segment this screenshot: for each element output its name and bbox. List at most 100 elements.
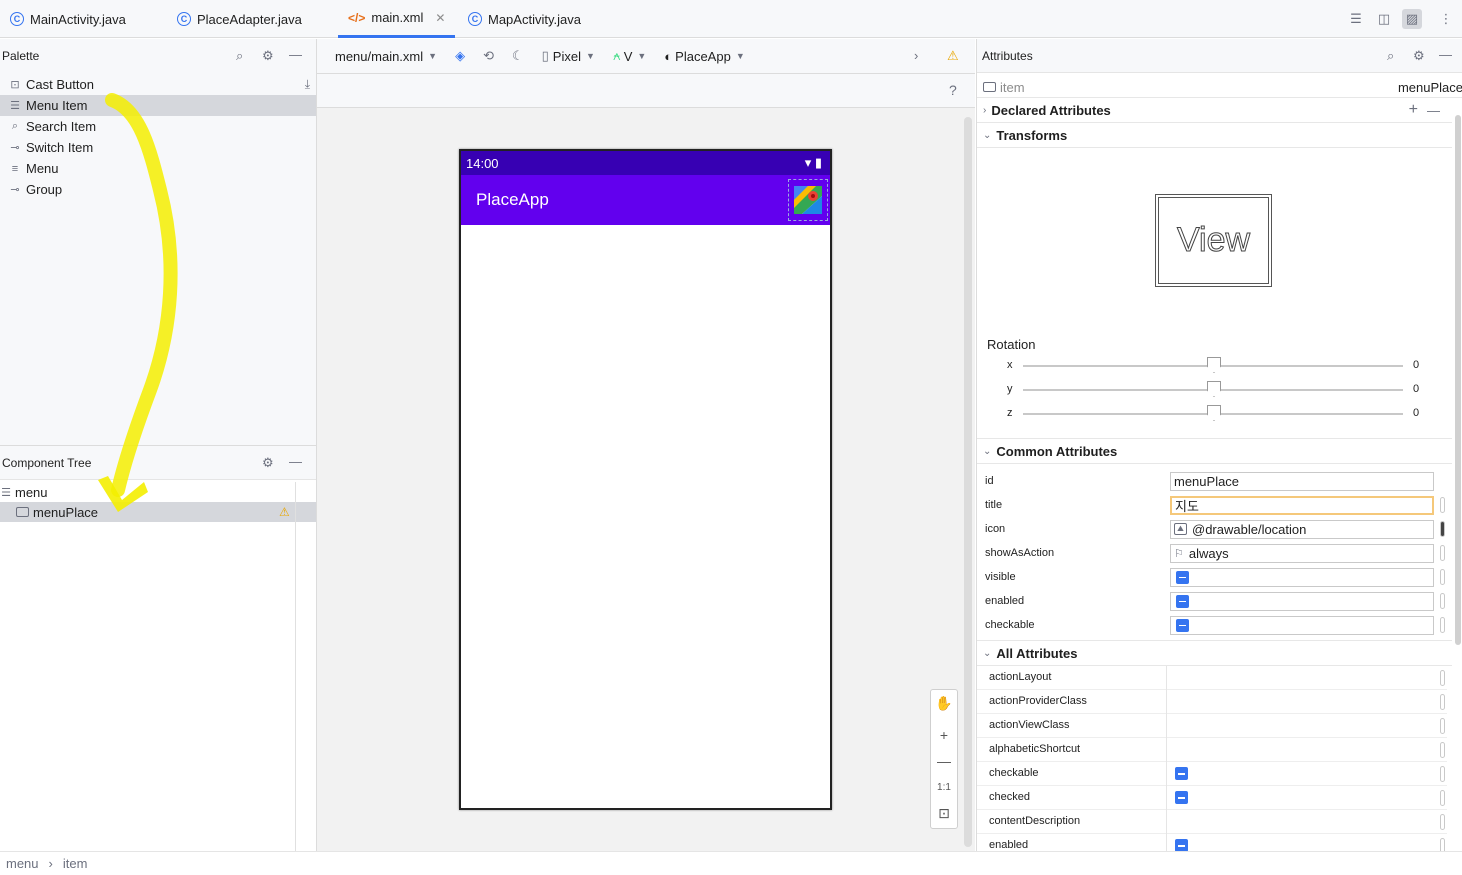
resource-picker[interactable] (1440, 742, 1445, 758)
resource-picker[interactable] (1440, 593, 1445, 609)
tab-place-adapter[interactable]: C PlaceAdapter.java (177, 0, 302, 38)
gear-icon[interactable]: ⚙ (262, 455, 274, 471)
palette-item-menu-item[interactable]: ☰ Menu Item (0, 95, 316, 116)
resource-picker[interactable] (1440, 694, 1445, 710)
remove-icon[interactable]: — (1427, 103, 1440, 118)
vertical-scrollbar[interactable] (964, 117, 972, 847)
layers-icon[interactable]: ◈ (455, 48, 465, 64)
search-icon[interactable]: ⌕ (1387, 48, 1394, 64)
rotation-value: 0 (1413, 383, 1420, 395)
night-mode-icon[interactable]: ☾ (512, 48, 524, 64)
api-selector[interactable]: ⍲ V ▼ (613, 48, 646, 64)
minimize-icon[interactable]: — (289, 454, 302, 469)
tristate-checkbox[interactable] (1176, 618, 1189, 632)
breadcrumb-item[interactable]: menu (6, 856, 39, 871)
tab-main-activity[interactable]: C MainActivity.java (10, 0, 126, 38)
palette-item-switch-item[interactable]: ⊸ Switch Item (0, 137, 316, 158)
resource-picker[interactable] (1440, 617, 1445, 633)
all-attributes-header[interactable]: ⌄ All Attributes (977, 641, 1452, 666)
resource-picker[interactable] (1440, 790, 1445, 806)
icon-field[interactable]: ⛰ @drawable/location (1170, 519, 1434, 539)
close-icon[interactable]: ✕ (435, 11, 445, 25)
palette-item-search-item[interactable]: ⌕ Search Item (0, 116, 316, 137)
tristate-checkbox[interactable] (1176, 594, 1189, 608)
design-view-icon[interactable]: ▨ (1402, 9, 1422, 29)
attr-value: menuPlace (1174, 473, 1240, 489)
warning-icon[interactable]: ⚠ (947, 48, 959, 64)
tree-node-menuplace[interactable]: menuPlace ⚠ (0, 502, 316, 522)
pan-icon[interactable]: ✋ (931, 690, 957, 716)
device-selector[interactable]: ▯ Pixel ▼ (542, 48, 595, 64)
code-view-icon[interactable]: ☰ (1348, 11, 1364, 27)
palette-item-menu[interactable]: ≡ Menu (0, 158, 316, 179)
common-attributes-header[interactable]: ⌄ Common Attributes (977, 439, 1452, 464)
all-attr-row[interactable]: actionLayout (977, 666, 1447, 690)
transforms-header[interactable]: ⌄ Transforms (977, 123, 1452, 148)
palette-item-cast-button[interactable]: ⊡ Cast Button ⤓ (0, 74, 316, 95)
search-icon[interactable]: ⌕ (236, 48, 243, 64)
resource-picker[interactable] (1440, 670, 1445, 686)
breadcrumb-separator: › (48, 856, 53, 871)
resource-picker[interactable] (1440, 718, 1445, 734)
resource-picker[interactable] (1440, 545, 1445, 561)
all-attr-row[interactable]: alphabeticShortcut (977, 738, 1447, 762)
zoom-out-icon[interactable]: — (931, 748, 957, 774)
cast-icon: ⊡ (10, 79, 20, 91)
zoom-fit-icon[interactable]: ⊡ (931, 800, 957, 826)
palette-item-group[interactable]: ⊸ Group (0, 179, 316, 200)
zoom-reset-icon[interactable]: 1:1 (931, 774, 957, 800)
all-attr-row[interactable]: enabled (977, 834, 1447, 851)
declared-attributes-header[interactable]: › Declared Attributes + — (977, 98, 1452, 123)
minimize-icon[interactable]: — (1439, 47, 1452, 62)
tab-main-xml[interactable]: </> main.xml ✕ (338, 0, 455, 38)
more-icon[interactable]: ⋮ (1438, 11, 1454, 27)
all-attr-row[interactable]: actionProviderClass (977, 690, 1447, 714)
zoom-in-icon[interactable]: + (931, 722, 957, 748)
file-selector[interactable]: menu/main.xml ▼ (335, 49, 437, 64)
all-attr-row[interactable]: checkable (977, 762, 1447, 786)
all-attr-row[interactable]: checked (977, 786, 1447, 810)
resource-picker[interactable] (1440, 569, 1445, 585)
chevron-right-icon[interactable]: › (914, 48, 918, 63)
slider-thumb[interactable] (1207, 357, 1221, 373)
breadcrumb-item[interactable]: item (63, 856, 88, 871)
split-view-icon[interactable]: ◫ (1376, 11, 1392, 27)
android-icon: ⍲ (612, 48, 621, 63)
all-attr-row[interactable]: contentDescription (977, 810, 1447, 834)
phone-preview[interactable]: 14:00 ▾ ▮ PlaceApp (459, 149, 832, 810)
warning-icon[interactable]: ⚠ (279, 505, 290, 519)
orientation-icon[interactable]: ⟲ (483, 48, 494, 64)
all-attr-row[interactable]: actionViewClass (977, 714, 1447, 738)
tree-node-menu[interactable]: ☰ menu (0, 482, 316, 502)
resource-picker[interactable] (1440, 766, 1445, 782)
resource-picker[interactable] (1440, 814, 1445, 830)
resource-picker[interactable] (1440, 838, 1445, 851)
showasaction-field[interactable]: ⚐ always (1170, 543, 1434, 563)
tab-map-activity[interactable]: C MapActivity.java (468, 0, 581, 38)
rotation-y-row: y 0 (977, 381, 1457, 401)
vertical-scrollbar[interactable] (1455, 115, 1461, 645)
download-icon[interactable]: ⤓ (305, 77, 310, 92)
attributes-panel: Attributes ⌕ ⚙ — item menuPlace › Declare… (976, 39, 1462, 851)
slider-thumb[interactable] (1207, 405, 1221, 421)
gear-icon[interactable]: ⚙ (1413, 48, 1425, 64)
slider-thumb[interactable] (1207, 381, 1221, 397)
help-icon[interactable]: ? (949, 82, 957, 98)
tristate-checkbox[interactable] (1176, 570, 1189, 584)
map-location-icon[interactable] (788, 179, 828, 221)
tristate-checkbox[interactable] (1175, 767, 1188, 780)
tristate-checkbox[interactable] (1175, 791, 1188, 804)
theme-selector[interactable]: ◐ PlaceApp ▼ (664, 49, 744, 64)
add-icon[interactable]: + (1409, 101, 1418, 119)
tristate-checkbox[interactable] (1175, 839, 1188, 851)
resource-picker[interactable] (1440, 497, 1445, 513)
checkable-field[interactable] (1170, 615, 1434, 635)
attr-label: checkable (989, 767, 1039, 779)
minimize-icon[interactable]: — (289, 47, 302, 62)
title-field[interactable]: 지도 (1170, 495, 1434, 515)
gear-icon[interactable]: ⚙ (262, 48, 274, 64)
enabled-field[interactable] (1170, 591, 1434, 611)
id-field[interactable]: menuPlace (1170, 471, 1434, 491)
visible-field[interactable] (1170, 567, 1434, 587)
resource-picker[interactable] (1440, 521, 1445, 537)
